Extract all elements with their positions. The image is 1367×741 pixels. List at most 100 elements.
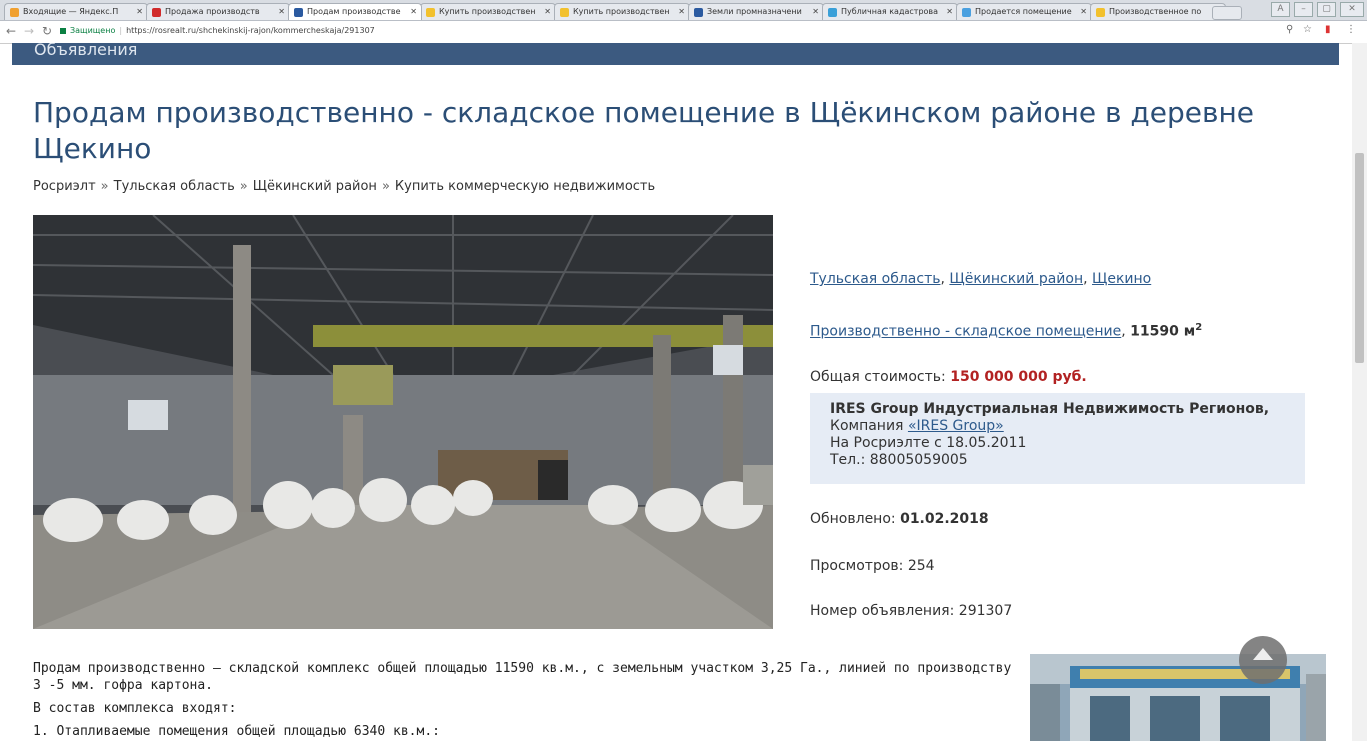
tab-favicon-icon xyxy=(560,8,569,17)
tab-label: Публичная кадастрова xyxy=(841,7,939,16)
tab-close-icon[interactable]: ✕ xyxy=(1080,4,1087,20)
breadcrumb-link[interactable]: Щёкинский район xyxy=(253,179,377,194)
tab-favicon-icon xyxy=(294,8,303,17)
agent-since: На Росриэлте с 18.05.2011 xyxy=(830,435,1027,451)
scroll-to-top-button[interactable] xyxy=(1239,636,1287,684)
tab-label: Земли промназначени xyxy=(707,7,802,16)
banner-label: Объявления xyxy=(34,43,138,59)
agent-name: IRES Group Индустриальная Недвижимость Р… xyxy=(830,401,1270,417)
browser-tab[interactable]: Земли промназначени ✕ xyxy=(688,3,824,20)
tab-label: Продам производстве xyxy=(307,7,401,16)
browser-tab[interactable]: Публичная кадастрова ✕ xyxy=(822,3,958,20)
extension-icon[interactable]: ▮ xyxy=(1325,24,1331,35)
tab-favicon-icon xyxy=(694,8,703,17)
address-bar: ← → ↻ Защищено | https://rosrealt.ru/shche… xyxy=(0,21,1367,44)
tab-favicon-icon xyxy=(1096,8,1105,17)
tab-favicon-icon xyxy=(10,8,19,17)
browser-tab-strip: Входящие — Яндекс.П ✕ Продажа производств… xyxy=(0,0,1367,21)
views-value: 254 xyxy=(907,558,935,574)
views-line: Просмотров: 254 xyxy=(810,558,935,574)
browser-tab[interactable]: Производственное по✕ xyxy=(1090,3,1226,20)
breadcrumb-separator-icon: » xyxy=(239,179,248,194)
breadcrumb-separator-icon: » xyxy=(381,179,390,194)
tab-label: Производственное по xyxy=(1109,7,1202,16)
back-icon[interactable]: ← xyxy=(6,24,16,38)
town-link[interactable]: Щекино xyxy=(1092,271,1151,287)
tab-close-icon[interactable]: ✕ xyxy=(678,4,685,20)
breadcrumb-separator-icon: » xyxy=(100,179,109,194)
listing-description: Продам производственно – складской компл… xyxy=(33,660,1013,741)
browser-tab[interactable]: Купить производствен ✕ xyxy=(420,3,556,20)
agent-card: IRES Group Индустриальная Недвижимость Р… xyxy=(810,393,1305,484)
profile-icon[interactable]: A xyxy=(1271,2,1290,17)
minimize-icon[interactable]: – xyxy=(1294,2,1313,17)
zoom-icon[interactable]: ⚲ xyxy=(1286,24,1293,35)
description-paragraph: 1. Отапливаемые помещения общей площадью… xyxy=(33,724,440,739)
secure-label: Защищено xyxy=(70,26,116,35)
warehouse-photo-image xyxy=(33,215,773,629)
new-tab-button[interactable] xyxy=(1212,6,1242,20)
maximize-icon[interactable]: ▢ xyxy=(1317,2,1336,17)
scrollbar-thumb[interactable] xyxy=(1355,153,1364,363)
tab-favicon-icon xyxy=(828,8,837,17)
company-link[interactable]: «IRES Group» xyxy=(908,418,1004,434)
url-text: https://rosrealt.ru/shchekinskij-rajon/k… xyxy=(126,26,375,35)
url-field[interactable]: Защищено | https://rosrealt.ru/shchekinski… xyxy=(60,23,375,39)
tab-favicon-icon xyxy=(152,8,161,17)
bookmark-star-icon[interactable]: ☆ xyxy=(1303,24,1312,35)
district-link[interactable]: Щёкинский район xyxy=(949,271,1083,287)
tab-label: Продажа производств xyxy=(165,7,260,16)
arrow-up-icon xyxy=(1253,648,1273,660)
browser-tab[interactable]: Продается помещение ✕ xyxy=(956,3,1092,20)
forward-icon[interactable]: → xyxy=(24,24,34,38)
updated-value: 01.02.2018 xyxy=(900,511,989,527)
listing-number-label: Номер объявления: xyxy=(810,603,955,619)
listing-number-value: 291307 xyxy=(958,603,1013,619)
browser-tab[interactable]: Входящие — Яндекс.П ✕ xyxy=(4,3,148,20)
views-label: Просмотров: xyxy=(810,558,904,574)
tab-label: Купить производствен xyxy=(439,7,536,16)
browser-tab[interactable]: Купить производствен ✕ xyxy=(554,3,690,20)
region-link[interactable]: Тульская область xyxy=(810,271,940,287)
breadcrumb-link[interactable]: Купить коммерческую недвижимость xyxy=(395,179,655,194)
tab-label: Входящие — Яндекс.П xyxy=(23,7,119,16)
property-type-link[interactable]: Производственно - складское помещение xyxy=(810,324,1121,340)
tab-close-icon[interactable]: ✕ xyxy=(278,4,285,20)
description-paragraph: Продам производственно – складской компл… xyxy=(33,661,1012,693)
updated-label: Обновлено: xyxy=(810,511,896,527)
tab-close-icon[interactable]: ✕ xyxy=(410,4,417,20)
listing-number-line: Номер объявления: 291307 xyxy=(810,603,1012,619)
browser-tab[interactable]: Продажа производств ✕ xyxy=(146,3,290,20)
tab-label: Купить производствен xyxy=(573,7,670,16)
lock-icon xyxy=(60,27,66,34)
tab-favicon-icon xyxy=(962,8,971,17)
breadcrumb: Росриэлт » Тульская область » Щёкинский райо… xyxy=(33,179,655,194)
price-line: Общая стоимость: 150 000 000 руб. xyxy=(810,369,1087,385)
price-value: 150 000 000 руб. xyxy=(950,369,1087,385)
price-label: Общая стоимость: xyxy=(810,369,946,385)
breadcrumb-link[interactable]: Росриэлт xyxy=(33,179,96,194)
tab-close-icon[interactable]: ✕ xyxy=(136,4,143,20)
close-window-icon[interactable]: ✕ xyxy=(1340,2,1364,17)
listing-photo[interactable] xyxy=(33,215,773,629)
area-unit-superscript: 2 xyxy=(1195,322,1203,333)
location-line: Тульская область, Щёкинский район, Щекин… xyxy=(810,271,1152,287)
reload-icon[interactable]: ↻ xyxy=(42,24,52,38)
section-banner: Объявления xyxy=(12,43,1339,65)
tab-close-icon[interactable]: ✕ xyxy=(544,4,551,20)
page-scrollbar[interactable] xyxy=(1352,43,1367,741)
area-value: 11590 м xyxy=(1130,323,1196,340)
page-title: Продам производственно - складское помещ… xyxy=(33,96,1255,165)
tab-close-icon[interactable]: ✕ xyxy=(812,4,819,20)
description-paragraph: В состав комплекса входят: xyxy=(33,701,237,716)
tab-label: Продается помещение xyxy=(975,7,1072,16)
tab-favicon-icon xyxy=(426,8,435,17)
agent-phone: Тел.: 88005059005 xyxy=(830,452,968,468)
breadcrumb-link[interactable]: Тульская область xyxy=(114,179,235,194)
updated-line: Обновлено: 01.02.2018 xyxy=(810,511,989,527)
browser-tab-active[interactable]: Продам производстве ✕ xyxy=(288,3,422,20)
menu-icon[interactable]: ⋮ xyxy=(1346,24,1356,35)
tab-close-icon[interactable]: ✕ xyxy=(946,4,953,20)
company-prefix: Компания xyxy=(830,418,904,434)
page-content: Объявления Продам производственно - скла… xyxy=(0,43,1352,741)
